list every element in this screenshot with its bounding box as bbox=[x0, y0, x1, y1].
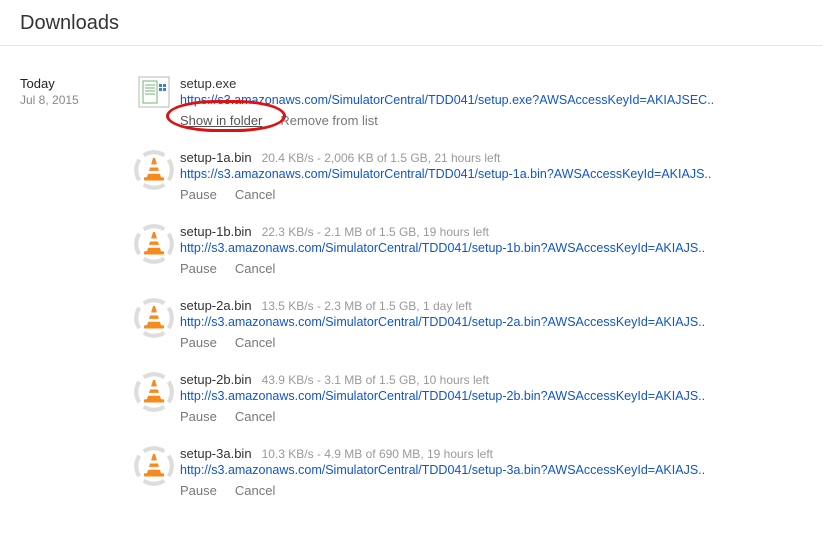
downloads-list: setup.exe https://s3.amazonaws.com/Simula… bbox=[128, 76, 803, 520]
pause-link[interactable]: Pause bbox=[180, 335, 217, 350]
download-url[interactable]: http://s3.amazonaws.com/SimulatorCentral… bbox=[180, 241, 770, 255]
vlc-cone-icon bbox=[128, 150, 180, 202]
download-filename[interactable]: setup-3a.bin bbox=[180, 446, 252, 461]
vlc-cone-icon bbox=[128, 446, 180, 498]
download-actions: Pause Cancel bbox=[180, 261, 803, 276]
download-stats: 10.3 KB/s - 4.9 MB of 690 MB, 19 hours l… bbox=[262, 447, 493, 461]
download-item: setup-2b.bin 43.9 KB/s - 3.1 MB of 1.5 GB… bbox=[128, 372, 803, 424]
cancel-link[interactable]: Cancel bbox=[235, 409, 275, 424]
download-actions: Show in folder Remove from list bbox=[180, 113, 803, 128]
vlc-cone-icon bbox=[128, 298, 180, 350]
download-filename[interactable]: setup-2b.bin bbox=[180, 372, 252, 387]
download-details: setup-1b.bin 22.3 KB/s - 2.1 MB of 1.5 GB… bbox=[180, 224, 803, 276]
download-actions: Pause Cancel bbox=[180, 483, 803, 498]
download-url[interactable]: http://s3.amazonaws.com/SimulatorCentral… bbox=[180, 389, 770, 403]
download-details: setup-1a.bin 20.4 KB/s - 2,006 KB of 1.5 … bbox=[180, 150, 803, 202]
download-details: setup-3a.bin 10.3 KB/s - 4.9 MB of 690 MB… bbox=[180, 446, 803, 498]
remove-from-list-link[interactable]: Remove from list bbox=[280, 113, 378, 128]
cancel-link[interactable]: Cancel bbox=[235, 335, 275, 350]
pause-link[interactable]: Pause bbox=[180, 483, 217, 498]
download-filename[interactable]: setup-1b.bin bbox=[180, 224, 252, 239]
file-icon bbox=[128, 76, 180, 128]
download-stats: 22.3 KB/s - 2.1 MB of 1.5 GB, 19 hours l… bbox=[262, 225, 489, 239]
vlc-cone-icon bbox=[128, 372, 180, 424]
page-header: Downloads bbox=[0, 0, 823, 46]
download-actions: Pause Cancel bbox=[180, 409, 803, 424]
vlc-cone-icon bbox=[128, 224, 180, 276]
download-stats: 20.4 KB/s - 2,006 KB of 1.5 GB, 21 hours… bbox=[262, 151, 501, 165]
download-stats: 13.5 KB/s - 2.3 MB of 1.5 GB, 1 day left bbox=[262, 299, 472, 313]
download-url[interactable]: https://s3.amazonaws.com/SimulatorCentra… bbox=[180, 93, 770, 107]
download-item: setup-2a.bin 13.5 KB/s - 2.3 MB of 1.5 GB… bbox=[128, 298, 803, 350]
download-filename[interactable]: setup-1a.bin bbox=[180, 150, 252, 165]
date-label: Today bbox=[20, 76, 128, 91]
download-filename[interactable]: setup.exe bbox=[180, 76, 236, 91]
download-details: setup.exe https://s3.amazonaws.com/Simula… bbox=[180, 76, 803, 128]
download-url[interactable]: https://s3.amazonaws.com/SimulatorCentra… bbox=[180, 167, 770, 181]
download-details: setup-2b.bin 43.9 KB/s - 3.1 MB of 1.5 GB… bbox=[180, 372, 803, 424]
downloads-content: Today Jul 8, 2015 setup.exe https://s3.am… bbox=[0, 46, 823, 540]
download-filename[interactable]: setup-2a.bin bbox=[180, 298, 252, 313]
cancel-link[interactable]: Cancel bbox=[235, 187, 275, 202]
cancel-link[interactable]: Cancel bbox=[235, 261, 275, 276]
pause-link[interactable]: Pause bbox=[180, 409, 217, 424]
download-url[interactable]: http://s3.amazonaws.com/SimulatorCentral… bbox=[180, 315, 770, 329]
pause-link[interactable]: Pause bbox=[180, 261, 217, 276]
show-in-folder-link[interactable]: Show in folder bbox=[180, 113, 262, 128]
download-item: setup-1a.bin 20.4 KB/s - 2,006 KB of 1.5 … bbox=[128, 150, 803, 202]
download-actions: Pause Cancel bbox=[180, 335, 803, 350]
download-item: setup-3a.bin 10.3 KB/s - 4.9 MB of 690 MB… bbox=[128, 446, 803, 498]
download-item: setup.exe https://s3.amazonaws.com/Simula… bbox=[128, 76, 803, 128]
download-item: setup-1b.bin 22.3 KB/s - 2.1 MB of 1.5 GB… bbox=[128, 224, 803, 276]
pause-link[interactable]: Pause bbox=[180, 187, 217, 202]
download-details: setup-2a.bin 13.5 KB/s - 2.3 MB of 1.5 GB… bbox=[180, 298, 803, 350]
page-title: Downloads bbox=[20, 12, 803, 35]
download-url[interactable]: http://s3.amazonaws.com/SimulatorCentral… bbox=[180, 463, 770, 477]
download-stats: 43.9 KB/s - 3.1 MB of 1.5 GB, 10 hours l… bbox=[262, 373, 489, 387]
download-actions: Pause Cancel bbox=[180, 187, 803, 202]
date-column: Today Jul 8, 2015 bbox=[20, 76, 128, 520]
date-value: Jul 8, 2015 bbox=[20, 93, 128, 107]
cancel-link[interactable]: Cancel bbox=[235, 483, 275, 498]
